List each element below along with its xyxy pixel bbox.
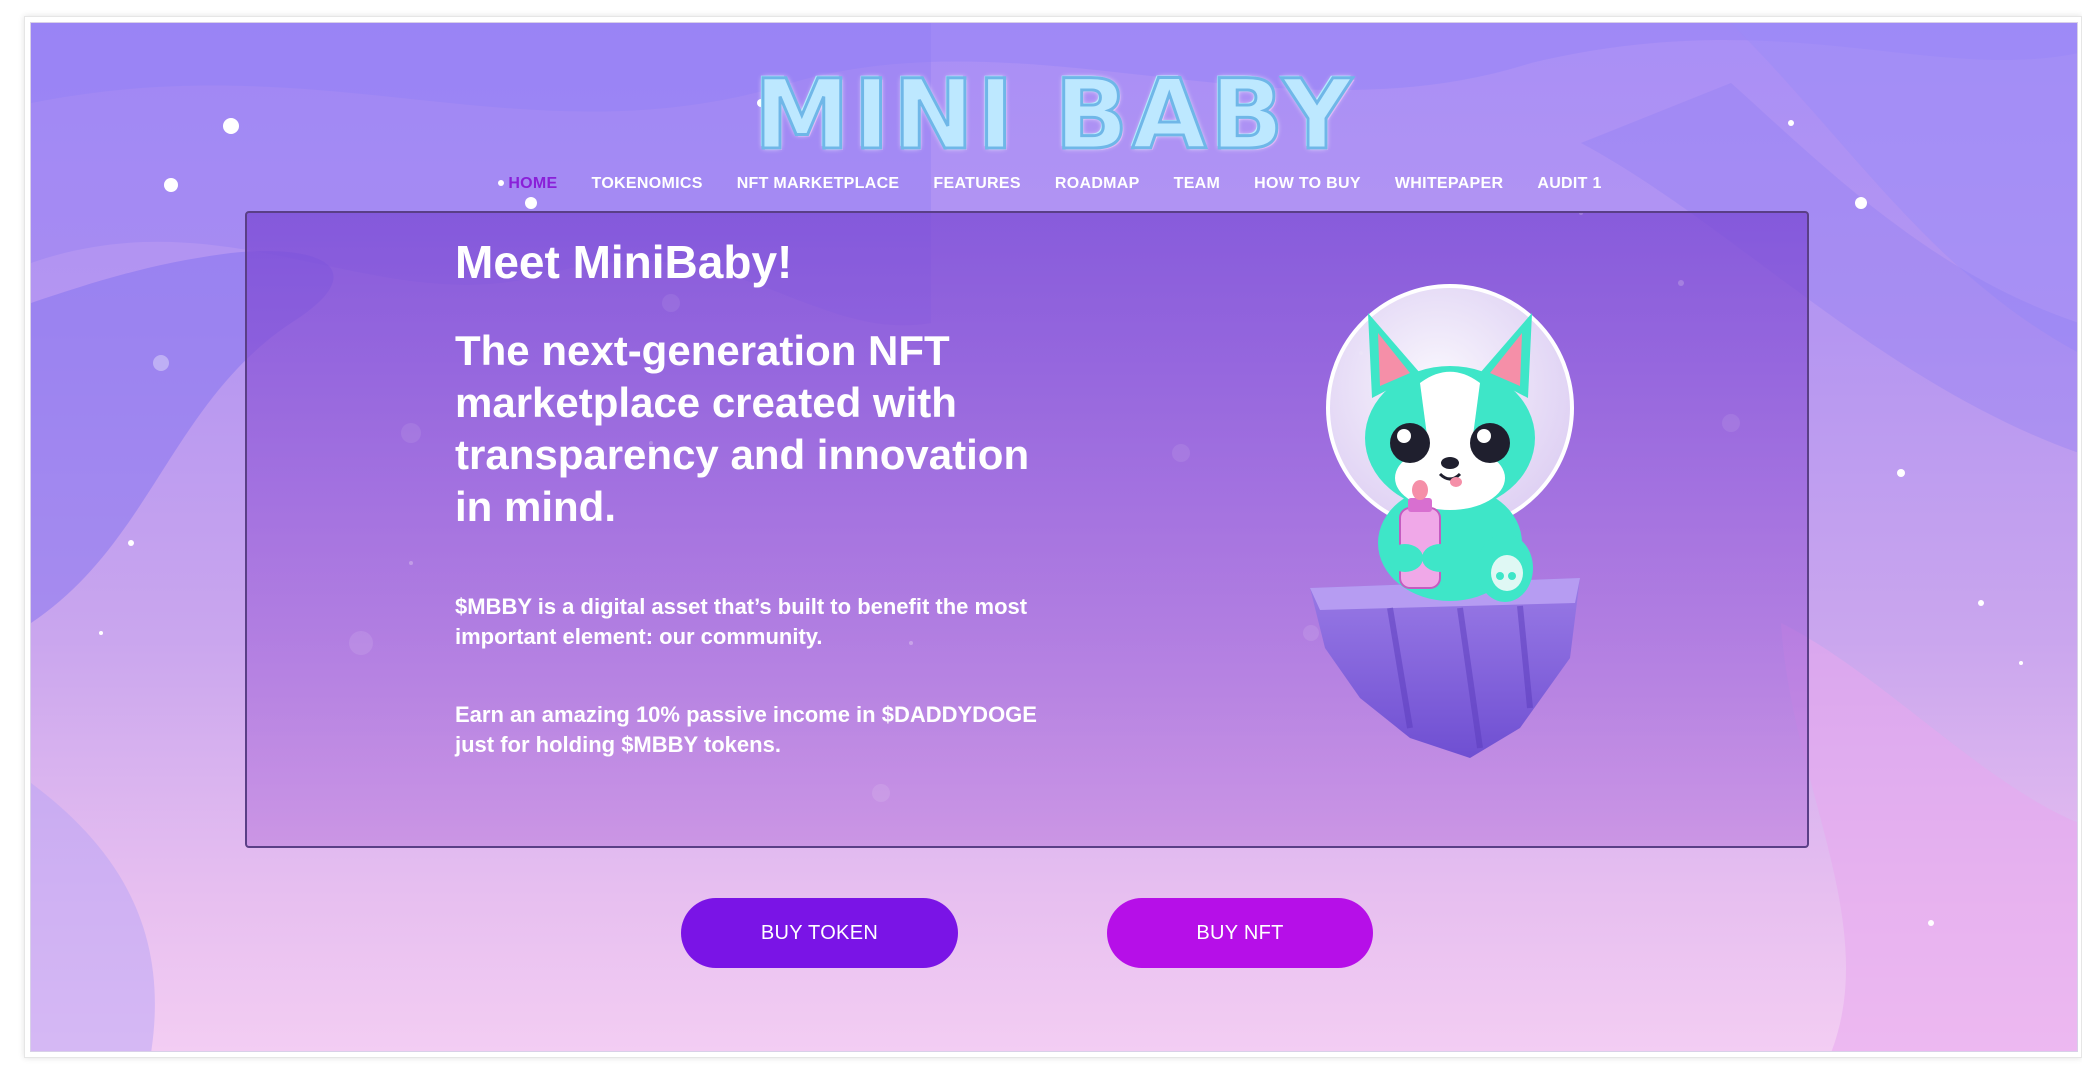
nav-item-home[interactable]: HOME — [508, 175, 557, 193]
hero-paragraph-passive-income: Earn an amazing 10% passive income in $D… — [455, 702, 1037, 757]
nav-item-audit[interactable]: AUDIT 1 — [1537, 175, 1601, 193]
main-navigation: HOME TOKENOMICS NFT MARKETPLACE FEATURES… — [31, 175, 2077, 193]
nav-item-features[interactable]: FEATURES — [933, 175, 1020, 193]
nav-item-roadmap[interactable]: ROADMAP — [1055, 175, 1140, 193]
hero-subheading: The next-generation NFT marketplace crea… — [455, 327, 1030, 530]
hero-paragraph-community: $MBBY is a digital asset that’s built to… — [455, 594, 1028, 649]
nav-item-whitepaper[interactable]: WHITEPAPER — [1395, 175, 1503, 193]
hero-heading: Meet MiniBaby! — [455, 236, 793, 288]
nav-item-nft-marketplace[interactable]: NFT MARKETPLACE — [737, 175, 900, 193]
nav-item-tokenomics[interactable]: TOKENOMICS — [592, 175, 703, 193]
buy-nft-button[interactable]: BUY NFT — [1107, 898, 1373, 968]
buy-token-button[interactable]: BUY TOKEN — [681, 898, 958, 968]
mascot-illustration — [1310, 284, 1580, 758]
nav-item-team[interactable]: TEAM — [1174, 175, 1221, 193]
nav-item-how-to-buy[interactable]: HOW TO BUY — [1254, 175, 1361, 193]
site-logo[interactable]: MINI BABY — [31, 58, 2077, 173]
